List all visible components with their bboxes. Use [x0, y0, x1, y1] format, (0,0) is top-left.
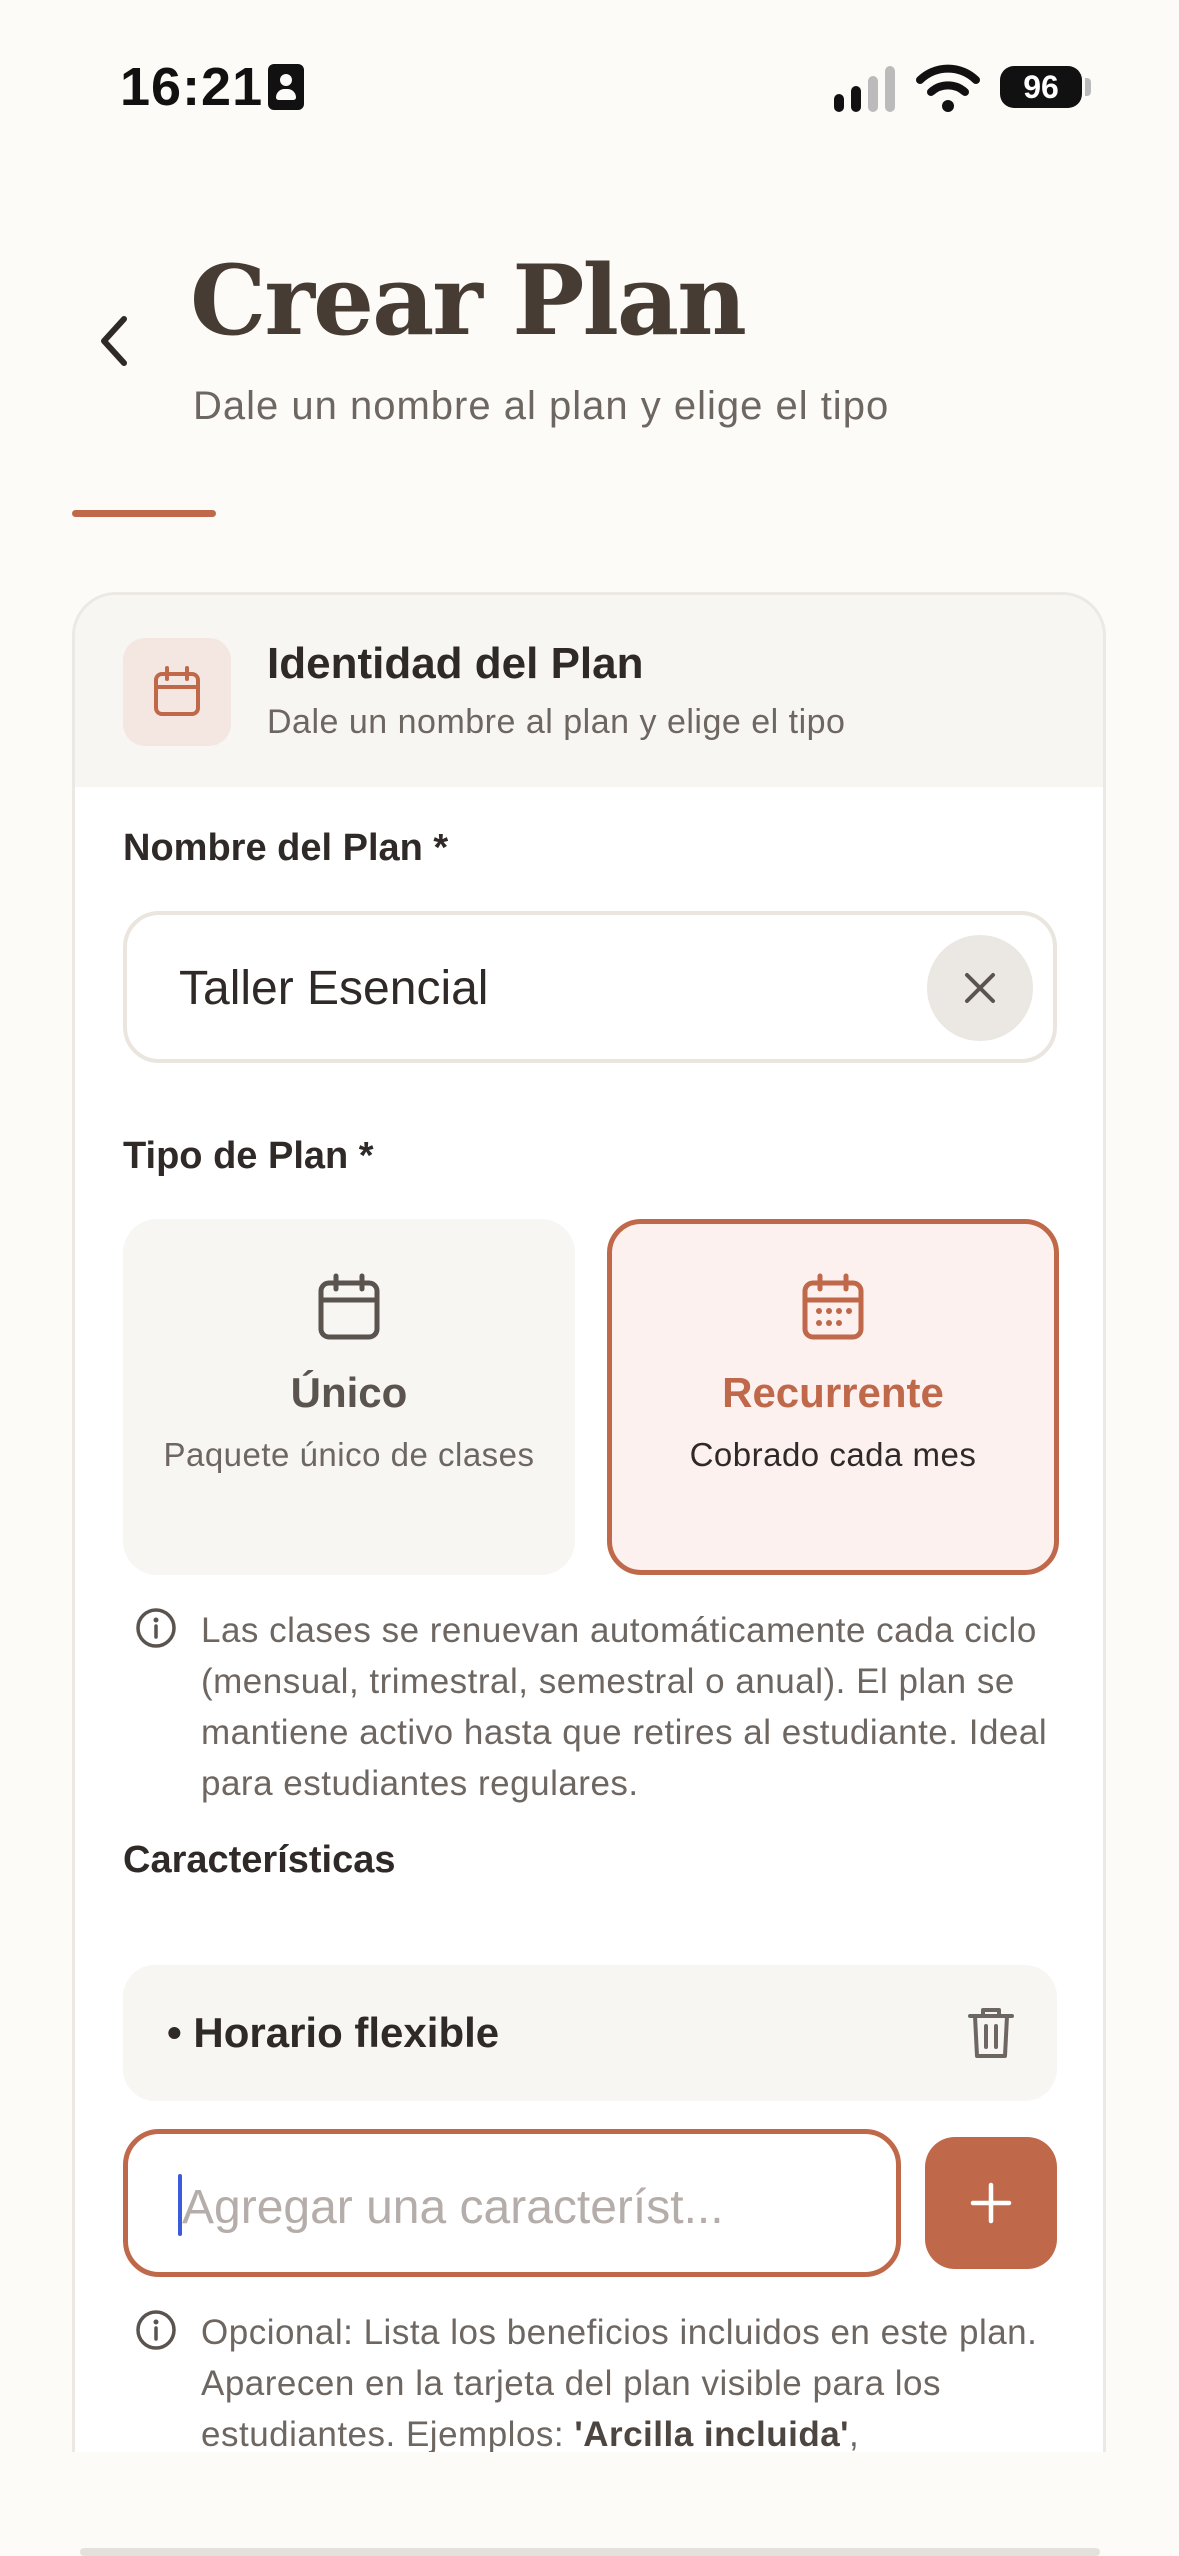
- add-feature-input[interactable]: Agregar una característ...: [123, 2129, 901, 2277]
- card-subtitle: Dale un nombre al plan y elige el tipo: [267, 703, 846, 741]
- card-icon-box: [123, 638, 231, 746]
- cellular-signal-icon: [832, 66, 900, 114]
- plan-type-option-recurrente[interactable]: Recurrente Cobrado cada mes: [607, 1219, 1059, 1575]
- clear-x-icon: [965, 973, 995, 1003]
- info-icon: [136, 1608, 176, 1648]
- add-feature-placeholder: Agregar una característ...: [182, 2181, 724, 2234]
- wifi-icon: [916, 64, 980, 112]
- card-header: Identidad del Plan Dale un nombre al pla…: [75, 595, 1103, 787]
- features-help-suffix: ,: [849, 2415, 860, 2454]
- features-label: Características: [123, 1839, 396, 1881]
- bottom-safe-area: [0, 2452, 1179, 2556]
- back-chevron-icon: [101, 316, 127, 366]
- plan-name-input[interactable]: Taller Esencial: [123, 911, 1057, 1063]
- list-item: • Horario flexible: [123, 1965, 1057, 2101]
- calendar-icon: [154, 666, 200, 716]
- option-title: Único: [290, 1369, 408, 1416]
- clear-input-button[interactable]: [927, 935, 1033, 1041]
- plan-type-info: Las clases se renuevan automáticamente c…: [135, 1605, 1055, 1815]
- page-subtitle: Dale un nombre al plan y elige el tipo: [193, 384, 890, 428]
- plan-type-label: Tipo de Plan *: [123, 1135, 374, 1177]
- calendar-days-icon: [802, 1273, 864, 1340]
- feature-text: • Horario flexible: [167, 2009, 500, 2056]
- option-description: Paquete único de clases: [163, 1436, 535, 1473]
- battery-tip: [1085, 78, 1091, 96]
- option-description: Cobrado cada mes: [689, 1436, 977, 1473]
- person-card-icon: [268, 64, 304, 110]
- card-title: Identidad del Plan: [267, 639, 644, 688]
- features-info-text: Opcional: Lista los beneficios incluidos…: [201, 2307, 1055, 2460]
- option-title: Recurrente: [722, 1369, 944, 1416]
- battery-icon: 96: [1000, 66, 1082, 108]
- plus-icon: [970, 2182, 1012, 2224]
- plan-name-label: Nombre del Plan *: [123, 827, 449, 869]
- page-title: Crear Plan: [190, 244, 747, 357]
- home-indicator: [80, 2548, 1100, 2556]
- accent-divider: [72, 510, 216, 517]
- plan-identity-card: Identidad del Plan Dale un nombre al pla…: [72, 592, 1106, 2556]
- status-bar: 16:21 96: [0, 0, 1179, 170]
- plan-type-option-unico[interactable]: Único Paquete único de clases: [123, 1219, 575, 1575]
- trash-icon[interactable]: [967, 2005, 1015, 2061]
- add-feature-button[interactable]: [925, 2137, 1057, 2269]
- info-icon: [136, 2310, 176, 2350]
- status-time: 16:21: [120, 57, 264, 117]
- plan-type-info-text: Las clases se renuevan automáticamente c…: [201, 1611, 1048, 1803]
- features-help-example: 'Arcilla incluida': [574, 2415, 849, 2454]
- calendar-icon: [318, 1273, 380, 1340]
- back-button[interactable]: [84, 306, 144, 376]
- plan-name-value: Taller Esencial: [179, 962, 489, 1015]
- features-info: Opcional: Lista los beneficios incluidos…: [135, 2307, 1055, 2467]
